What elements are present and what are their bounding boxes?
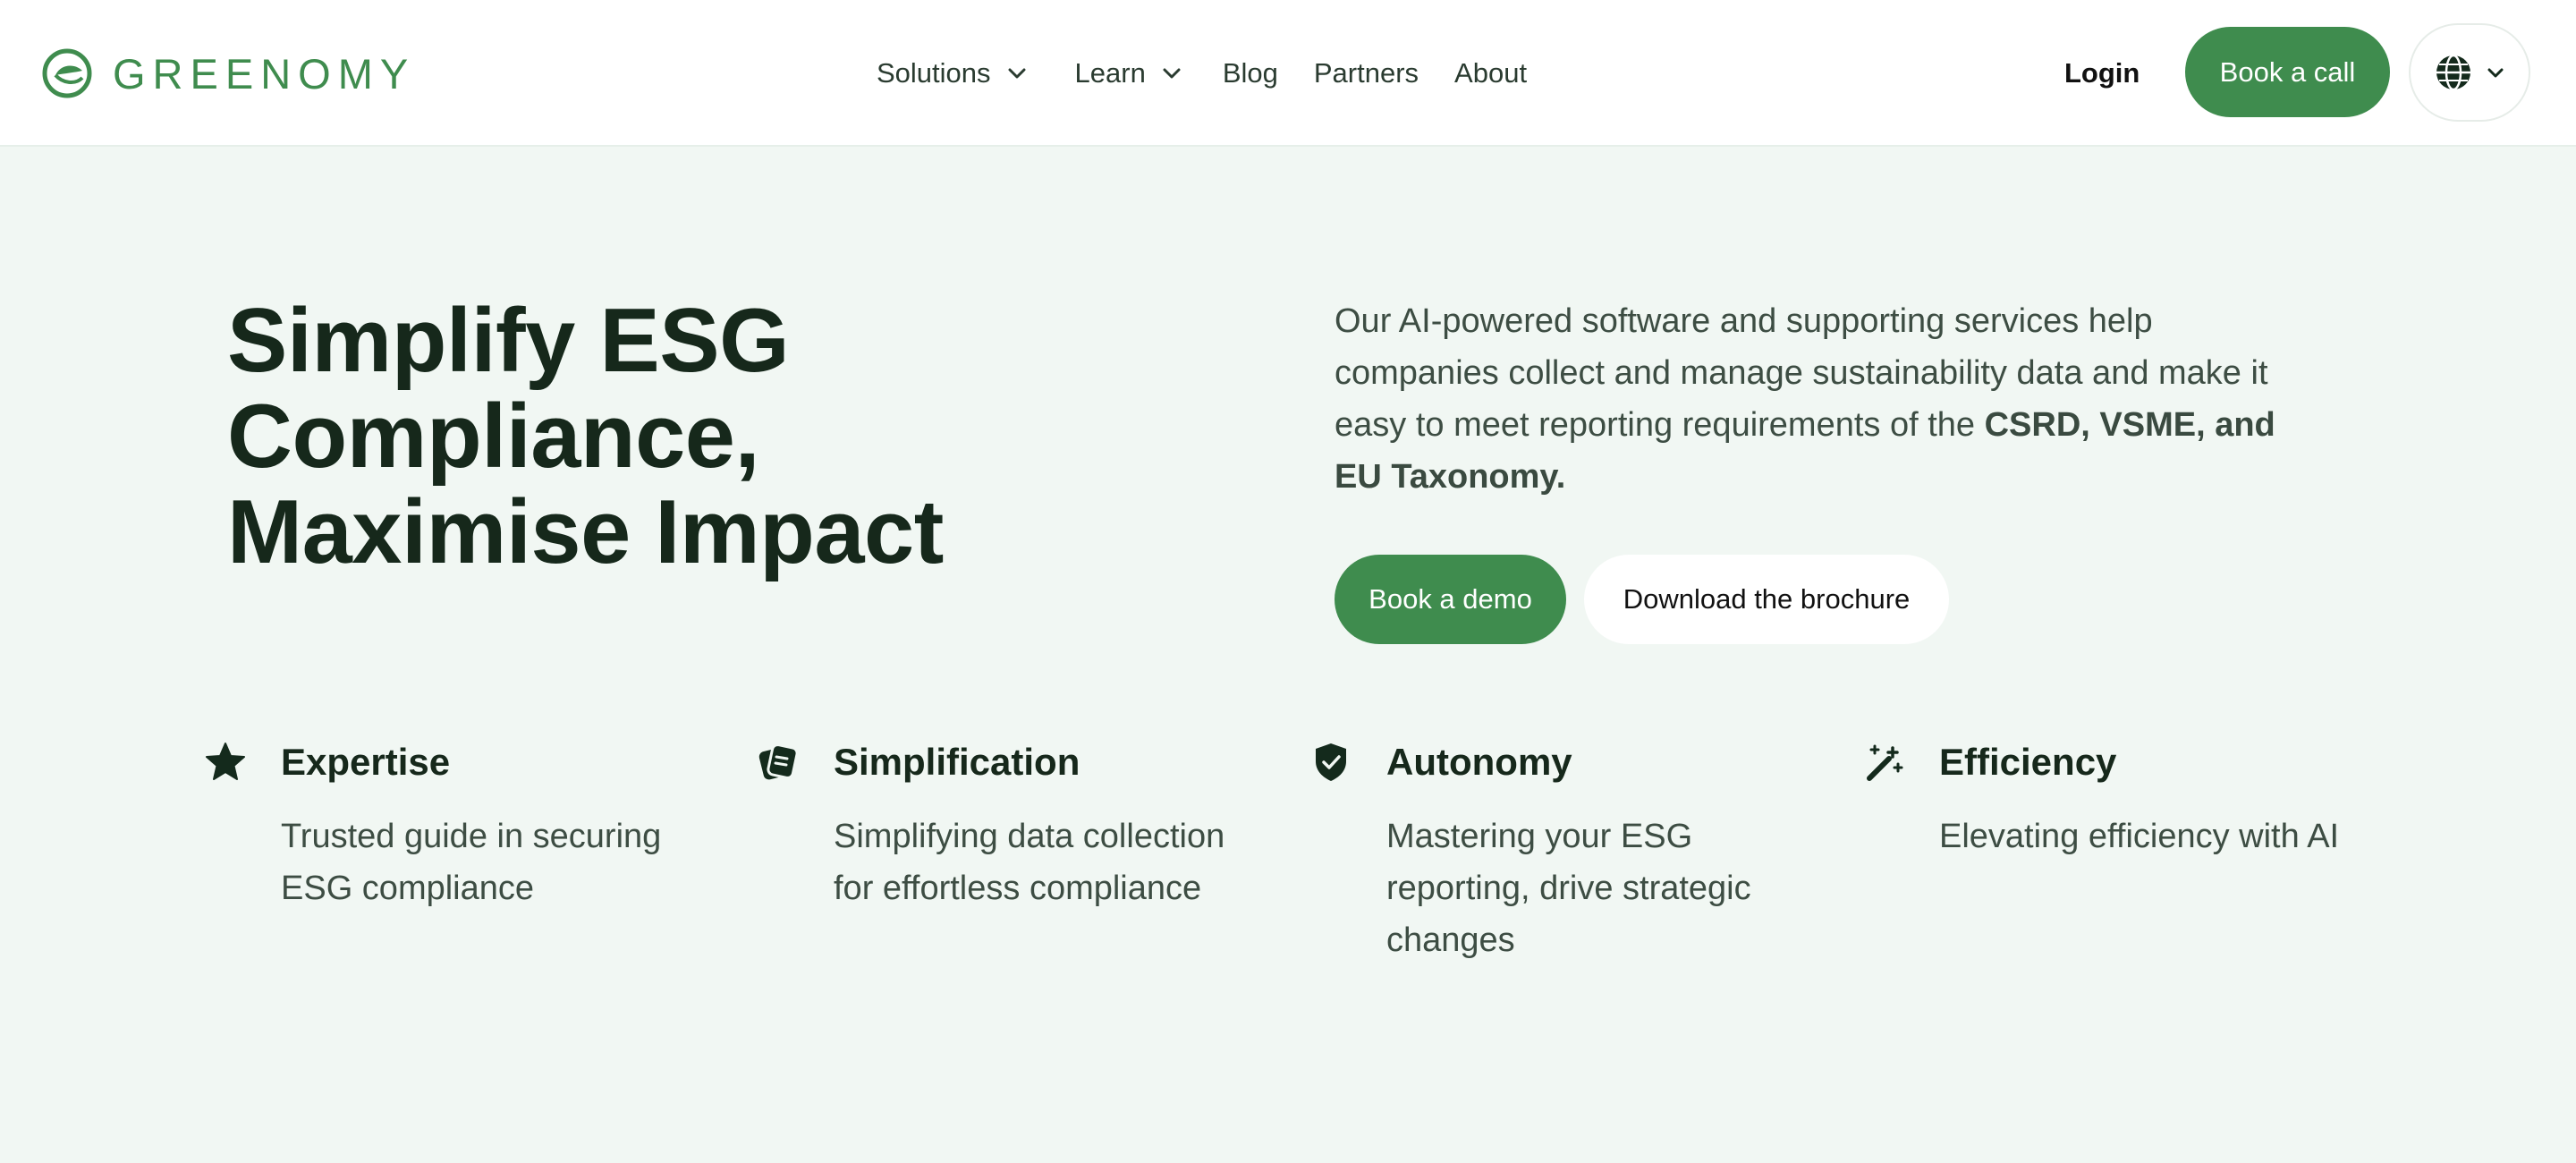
nav-item-about[interactable]: About — [1454, 52, 1527, 95]
nav-item-blog[interactable]: Blog — [1223, 52, 1278, 95]
feature-description: Trusted guide in securing ESG compliance — [281, 818, 662, 907]
star-icon — [206, 743, 245, 780]
hero-title-line: Compliance, — [227, 386, 760, 487]
hero-title: Simplify ESG Compliance, Maximise Impact — [227, 293, 1086, 581]
hero-title-line: Simplify ESG — [227, 291, 790, 391]
hero-title-line: Maximise Impact — [227, 482, 944, 582]
globe-icon — [2436, 54, 2470, 91]
nav-item-label: About — [1454, 57, 1528, 89]
magic-wand-icon — [1867, 744, 1903, 781]
feature-description: Elevating efficiency with AI — [1939, 818, 2340, 855]
shield-check-icon — [1316, 743, 1346, 781]
download-brochure-button[interactable]: Download the brochure — [1584, 555, 1949, 644]
hero-description: Our AI-powered software and supporting s… — [1335, 295, 2318, 503]
chevron-down-icon — [1008, 68, 1026, 79]
leaf-c-logo-icon — [42, 48, 92, 98]
language-selector[interactable] — [2409, 23, 2530, 122]
feature-title: Simplification — [834, 741, 1080, 783]
nav-item-solutions[interactable]: Solutions — [877, 52, 1027, 95]
chevron-down-icon — [2487, 68, 2504, 77]
main-nav: Solutions Learn Blog Partners About — [877, 52, 1527, 95]
book-call-button[interactable]: Book a call — [2185, 27, 2390, 117]
nav-item-label: Learn — [1074, 57, 1146, 89]
nav-item-partners[interactable]: Partners — [1314, 52, 1419, 95]
cards-icon — [758, 743, 799, 780]
feature-description: Mastering your ESG reporting, drive stra… — [1386, 818, 1751, 959]
nav-item-label: Solutions — [877, 57, 991, 89]
chevron-down-icon — [1163, 68, 1181, 79]
feature-title: Autonomy — [1386, 741, 1572, 783]
greenomy-logo[interactable]: GREENOMY — [41, 45, 415, 102]
feature-description: Simplifying data collection for effortle… — [834, 818, 1225, 907]
feature-title: Efficiency — [1939, 741, 2117, 783]
nav-item-label: Blog — [1222, 57, 1278, 89]
book-demo-button[interactable]: Book a demo — [1335, 555, 1566, 644]
feature-title: Expertise — [281, 741, 451, 783]
login-link[interactable]: Login — [2064, 52, 2140, 95]
nav-item-learn[interactable]: Learn — [1075, 52, 1182, 95]
brand-name: GREENOMY — [113, 49, 416, 98]
site-header: GREENOMY Solutions Learn Blog Partners A… — [0, 0, 2576, 147]
nav-item-label: Partners — [1313, 57, 1419, 89]
